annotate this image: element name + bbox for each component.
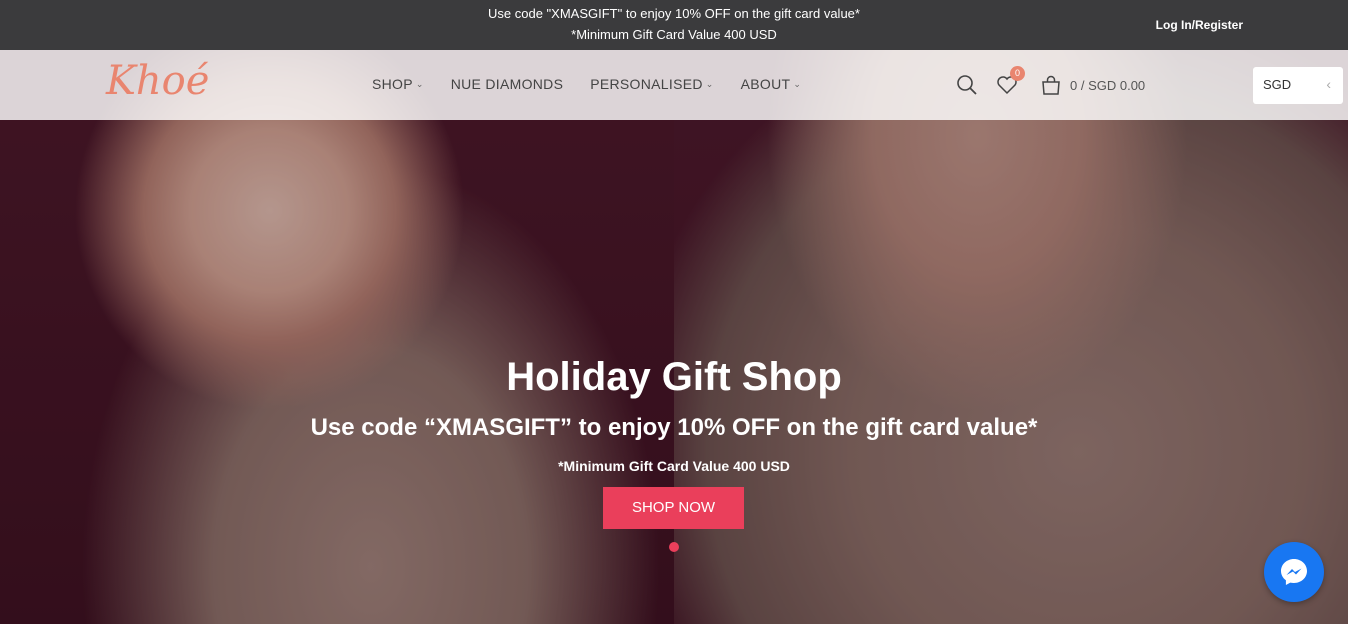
nav-item-label: SHOP <box>372 76 413 92</box>
shop-now-button[interactable]: SHOP NOW <box>603 487 744 529</box>
nav-item-label: PERSONALISED <box>590 76 703 92</box>
chevron-down-icon: ⌄ <box>415 78 424 89</box>
nav-item-about[interactable]: ABOUT ⌄ <box>741 76 802 92</box>
hero-title: Holiday Gift Shop <box>506 355 842 399</box>
nav-item-shop[interactable]: SHOP ⌄ <box>372 76 424 92</box>
hero-subtitle: Use code “XMASGIFT” to enjoy 10% OFF on … <box>310 414 1038 441</box>
main-nav: SHOP ⌄ NUE DIAMONDS PERSONALISED ⌄ ABOUT… <box>372 76 828 92</box>
messenger-chat-button[interactable] <box>1264 542 1324 602</box>
header-icons: 0 0 / SGD 0.00 <box>956 66 1145 96</box>
currency-label: SGD <box>1263 77 1292 92</box>
nav-item-label: NUE DIAMONDS <box>450 76 564 92</box>
nav-item-label: ABOUT <box>740 76 791 92</box>
hero-note: *Minimum Gift Card Value 400 USD <box>558 458 790 474</box>
heart-icon[interactable]: 0 <box>996 66 1025 96</box>
nav-item-nue-diamonds[interactable]: NUE DIAMONDS <box>451 76 564 92</box>
slider-dot[interactable] <box>669 542 679 552</box>
chevron-left-icon: ‹ <box>1326 76 1331 92</box>
chevron-down-icon: ⌄ <box>705 78 714 89</box>
promo-line-1: Use code "XMASGIFT" to enjoy 10% OFF on … <box>488 6 860 21</box>
cart-total[interactable]: 0 / SGD 0.00 <box>1070 78 1145 93</box>
chevron-down-icon: ⌄ <box>793 78 802 89</box>
nav-item-personalised[interactable]: PERSONALISED ⌄ <box>590 76 713 92</box>
currency-selector[interactable]: SGD ‹ <box>1253 67 1343 104</box>
search-icon[interactable] <box>956 74 978 96</box>
hero-banner <box>0 50 1348 624</box>
shopping-bag-icon[interactable] <box>1040 74 1062 96</box>
site-header: Khoé SHOP ⌄ NUE DIAMONDS PERSONALISED ⌄ … <box>0 50 1348 120</box>
hero-overlay <box>0 50 1348 624</box>
brand-logo[interactable]: Khoé <box>106 58 209 104</box>
promo-bar: Use code "XMASGIFT" to enjoy 10% OFF on … <box>0 0 1348 50</box>
wishlist-count-badge: 0 <box>1010 66 1025 81</box>
promo-line-2: *Minimum Gift Card Value 400 USD <box>571 27 777 42</box>
login-register-link[interactable]: Log In/Register <box>1156 18 1243 32</box>
messenger-icon <box>1281 559 1307 585</box>
